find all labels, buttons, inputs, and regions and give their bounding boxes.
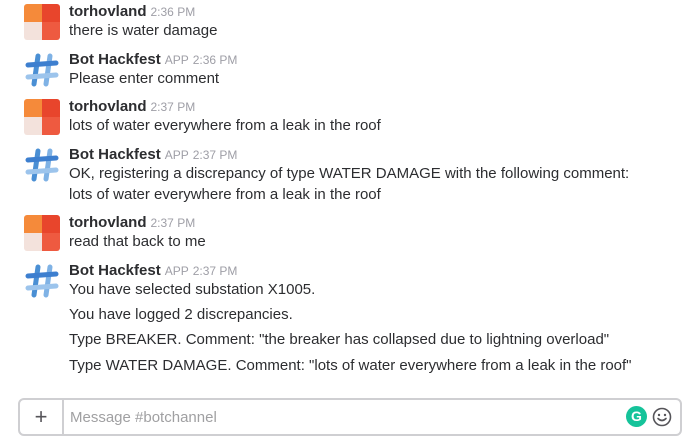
app-badge: APP (164, 53, 189, 67)
attach-button[interactable]: + (20, 400, 64, 434)
message-header: torhovland 2:36 PM (69, 3, 195, 20)
message-text: You have selected substation X1005. (69, 281, 316, 298)
message-input[interactable] (70, 400, 570, 434)
author-name[interactable]: torhovland (69, 214, 147, 231)
emoji-icon[interactable] (652, 407, 672, 427)
timestamp[interactable]: 2:37 PM (151, 216, 196, 230)
timestamp[interactable]: 2:37 PM (193, 148, 238, 162)
message-text: lots of water everywhere from a leak in … (69, 117, 381, 134)
hash-logo-icon (25, 53, 59, 87)
hash-logo-icon (25, 264, 59, 298)
message-header: Bot Hackfest APP 2:37 PM (69, 146, 237, 163)
bot-avatar[interactable] (24, 263, 60, 299)
author-name[interactable]: torhovland (69, 3, 147, 20)
message-header: Bot Hackfest APP 2:37 PM (69, 262, 237, 279)
app-badge: APP (164, 264, 189, 278)
message-text: You have logged 2 discrepancies. (69, 306, 293, 323)
message-text: Type BREAKER. Comment: "the breaker has … (69, 331, 610, 348)
message-text: there is water damage (69, 22, 218, 39)
author-name[interactable]: torhovland (69, 98, 147, 115)
grammarly-icon[interactable]: G (626, 406, 647, 427)
timestamp[interactable]: 2:36 PM (193, 53, 238, 67)
message-text: OK, registering a discrepancy of type WA… (69, 165, 630, 182)
message-text: read that back to me (69, 233, 206, 250)
author-name[interactable]: Bot Hackfest (69, 146, 161, 163)
author-name[interactable]: Bot Hackfest (69, 262, 161, 279)
user-avatar[interactable] (24, 99, 60, 135)
user-avatar[interactable] (24, 215, 60, 251)
message-composer: + G (18, 398, 682, 436)
app-badge: APP (164, 148, 189, 162)
message-header: torhovland 2:37 PM (69, 214, 195, 231)
message-text: Please enter comment (69, 70, 220, 87)
timestamp[interactable]: 2:36 PM (151, 5, 196, 19)
timestamp[interactable]: 2:37 PM (151, 100, 196, 114)
message-text: Type WATER DAMAGE. Comment: "lots of wat… (69, 357, 632, 374)
message-header: Bot Hackfest APP 2:36 PM (69, 51, 237, 68)
message-text: lots of water everywhere from a leak in … (69, 186, 381, 203)
author-name[interactable]: Bot Hackfest (69, 51, 161, 68)
message-header: torhovland 2:37 PM (69, 98, 195, 115)
timestamp[interactable]: 2:37 PM (193, 264, 238, 278)
bot-avatar[interactable] (24, 52, 60, 88)
hash-logo-icon (25, 148, 59, 182)
bot-avatar[interactable] (24, 147, 60, 183)
user-avatar[interactable] (24, 4, 60, 40)
